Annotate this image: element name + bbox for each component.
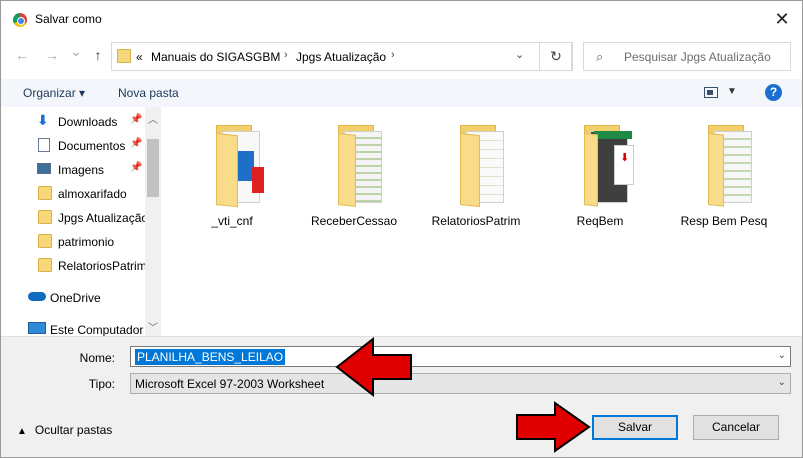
- folder-icon: [38, 234, 52, 248]
- hide-folders-label: Ocultar pastas: [34, 423, 113, 437]
- folder-item[interactable]: _vti_cnf: [177, 107, 287, 237]
- sidebar-item-label: Imagens: [58, 163, 105, 177]
- folder-item[interactable]: ReceberCessao: [299, 107, 409, 237]
- sidebar-item-label: Documentos: [58, 139, 126, 153]
- pictures-icon: [37, 163, 51, 174]
- scrollbar-thumb[interactable]: [147, 139, 159, 197]
- sidebar-item-este-computador[interactable]: Este Computador: [1, 317, 145, 336]
- chevron-up-icon: ▲: [17, 426, 27, 437]
- file-name: Resp Bem Pesq: [680, 214, 768, 228]
- chevron-right-icon[interactable]: ›: [284, 49, 288, 61]
- folder-icon: [38, 258, 52, 272]
- sidebar-item-label: Este Computador: [50, 323, 144, 336]
- chevron-down-icon[interactable]: ⌄: [778, 350, 786, 361]
- sidebar-item-label: almoxarifado: [58, 187, 127, 201]
- sidebar-item-label: RelatoriosPatrim: [58, 259, 147, 273]
- folder-item[interactable]: Resp Bem Pesq: [669, 107, 779, 237]
- sidebar-item-jpgs-atualizacao[interactable]: Jpgs Atualização: [1, 205, 149, 229]
- pin-icon: 📌: [130, 114, 143, 125]
- breadcrumb-jpgs[interactable]: Jpgs Atualização: [296, 50, 386, 64]
- cancel-button[interactable]: Cancelar: [693, 415, 779, 440]
- new-folder-button[interactable]: Nova pasta: [118, 86, 179, 100]
- sidebar-item-label: Downloads: [58, 115, 118, 129]
- folder-item[interactable]: ⬇ ReqBem: [545, 107, 655, 237]
- sidebar-item-imagens[interactable]: Imagens 📌: [1, 157, 145, 181]
- pin-icon: 📌: [130, 138, 143, 149]
- search-input[interactable]: Pesquisar Jpgs Atualização: [624, 50, 771, 64]
- folder-thumbnail-icon: ⬇: [570, 125, 634, 209]
- sidebar-item-onedrive[interactable]: OneDrive: [1, 285, 145, 309]
- file-name-input[interactable]: PLANILHA_BENS_LEILAO ⌄: [130, 346, 791, 367]
- file-name: ReqBem: [576, 214, 624, 228]
- refresh-button[interactable]: ↻: [539, 42, 573, 71]
- folder-icon: [38, 210, 52, 224]
- sidebar-item-label: OneDrive: [50, 291, 101, 305]
- left-arrow-annotation: [335, 337, 412, 397]
- folder-icon: [117, 49, 131, 63]
- view-icon[interactable]: [704, 87, 718, 98]
- sidebar-item-documentos[interactable]: Documentos 📌: [1, 133, 145, 157]
- folder-thumbnail-icon: [324, 125, 386, 209]
- search-box[interactable]: ⌕ Pesquisar Jpgs Atualização: [583, 42, 791, 71]
- sidebar-item-almoxarifado[interactable]: almoxarifado: [1, 181, 145, 205]
- folder-thumbnail-icon: [202, 125, 264, 209]
- scroll-down-icon[interactable]: ﹀: [145, 319, 161, 334]
- folder-item[interactable]: RelatoriosPatrim: [421, 107, 531, 237]
- chevron-right-icon[interactable]: ›: [391, 49, 395, 61]
- folder-icon: [38, 186, 52, 200]
- title-bar: Salvar como ✕: [1, 1, 802, 38]
- sidebar-item-label: patrimonio: [58, 235, 115, 249]
- file-type-value: Microsoft Excel 97-2003 Worksheet: [135, 377, 325, 391]
- save-as-dialog: Salvar como ✕ ← → ⌄ ↑ « Manuais do SIGAS…: [0, 0, 803, 458]
- chevron-down-icon[interactable]: ⌄: [515, 48, 524, 61]
- chrome-icon: [13, 13, 27, 27]
- sidebar-item-relatoriospatrim[interactable]: RelatoriosPatrim: [1, 253, 147, 277]
- folder-thumbnail-icon: [694, 125, 756, 209]
- address-bar[interactable]: « Manuais do SIGASGBM › Jpgs Atualização…: [111, 42, 572, 71]
- sidebar-item-patrimonio[interactable]: patrimonio: [1, 229, 145, 253]
- type-label: Tipo:: [88, 377, 115, 391]
- close-button[interactable]: ✕: [772, 9, 792, 29]
- back-button[interactable]: ←: [13, 47, 31, 63]
- organize-button[interactable]: Organizar ▾: [23, 86, 85, 100]
- chevron-down-icon[interactable]: ⌄: [778, 377, 786, 388]
- computer-icon: [28, 322, 46, 334]
- navigation-pane: ⬇ Downloads 📌 Documentos 📌 Imagens 📌 alm…: [1, 107, 161, 336]
- forward-button[interactable]: →: [43, 47, 61, 63]
- file-name: _vti_cnf: [211, 214, 253, 228]
- save-button[interactable]: Salvar: [592, 415, 678, 440]
- scroll-up-icon[interactable]: ︿: [145, 111, 161, 126]
- sidebar-scrollbar[interactable]: ︿ ﹀: [145, 107, 161, 336]
- window-title: Salvar como: [35, 12, 102, 26]
- breadcrumb-overflow[interactable]: «: [136, 50, 143, 64]
- file-name-value[interactable]: PLANILHA_BENS_LEILAO: [135, 349, 286, 365]
- folder-thumbnail-icon: [446, 125, 508, 209]
- search-icon: ⌕: [596, 49, 604, 64]
- name-label: Nome:: [79, 351, 115, 365]
- cloud-icon: [28, 292, 46, 301]
- help-button[interactable]: ?: [765, 84, 782, 101]
- file-list: _vti_cnf ReceberCessao RelatoriosPatrim: [161, 107, 802, 336]
- sidebar-item-label: Jpgs Atualização: [58, 211, 149, 225]
- file-name: ReceberCessao: [310, 214, 398, 228]
- breadcrumb-manuais[interactable]: Manuais do SIGASGBM: [151, 50, 280, 64]
- documents-icon: [38, 138, 50, 152]
- view-dropdown-icon[interactable]: ▼: [727, 86, 737, 97]
- file-name: RelatoriosPatrim: [431, 214, 521, 228]
- recent-locations-button[interactable]: ⌄: [67, 43, 85, 60]
- right-arrow-annotation: [516, 401, 591, 453]
- download-icon: ⬇: [37, 112, 49, 128]
- file-type-select[interactable]: Microsoft Excel 97-2003 Worksheet ⌄: [130, 373, 791, 394]
- sidebar-item-downloads[interactable]: ⬇ Downloads 📌: [1, 109, 145, 133]
- command-bar: Organizar ▾ Nova pasta ▼ ?: [1, 79, 802, 107]
- pin-icon: 📌: [130, 162, 143, 173]
- up-button[interactable]: ↑: [89, 47, 107, 63]
- hide-folders-button[interactable]: ▲ Ocultar pastas: [17, 423, 112, 437]
